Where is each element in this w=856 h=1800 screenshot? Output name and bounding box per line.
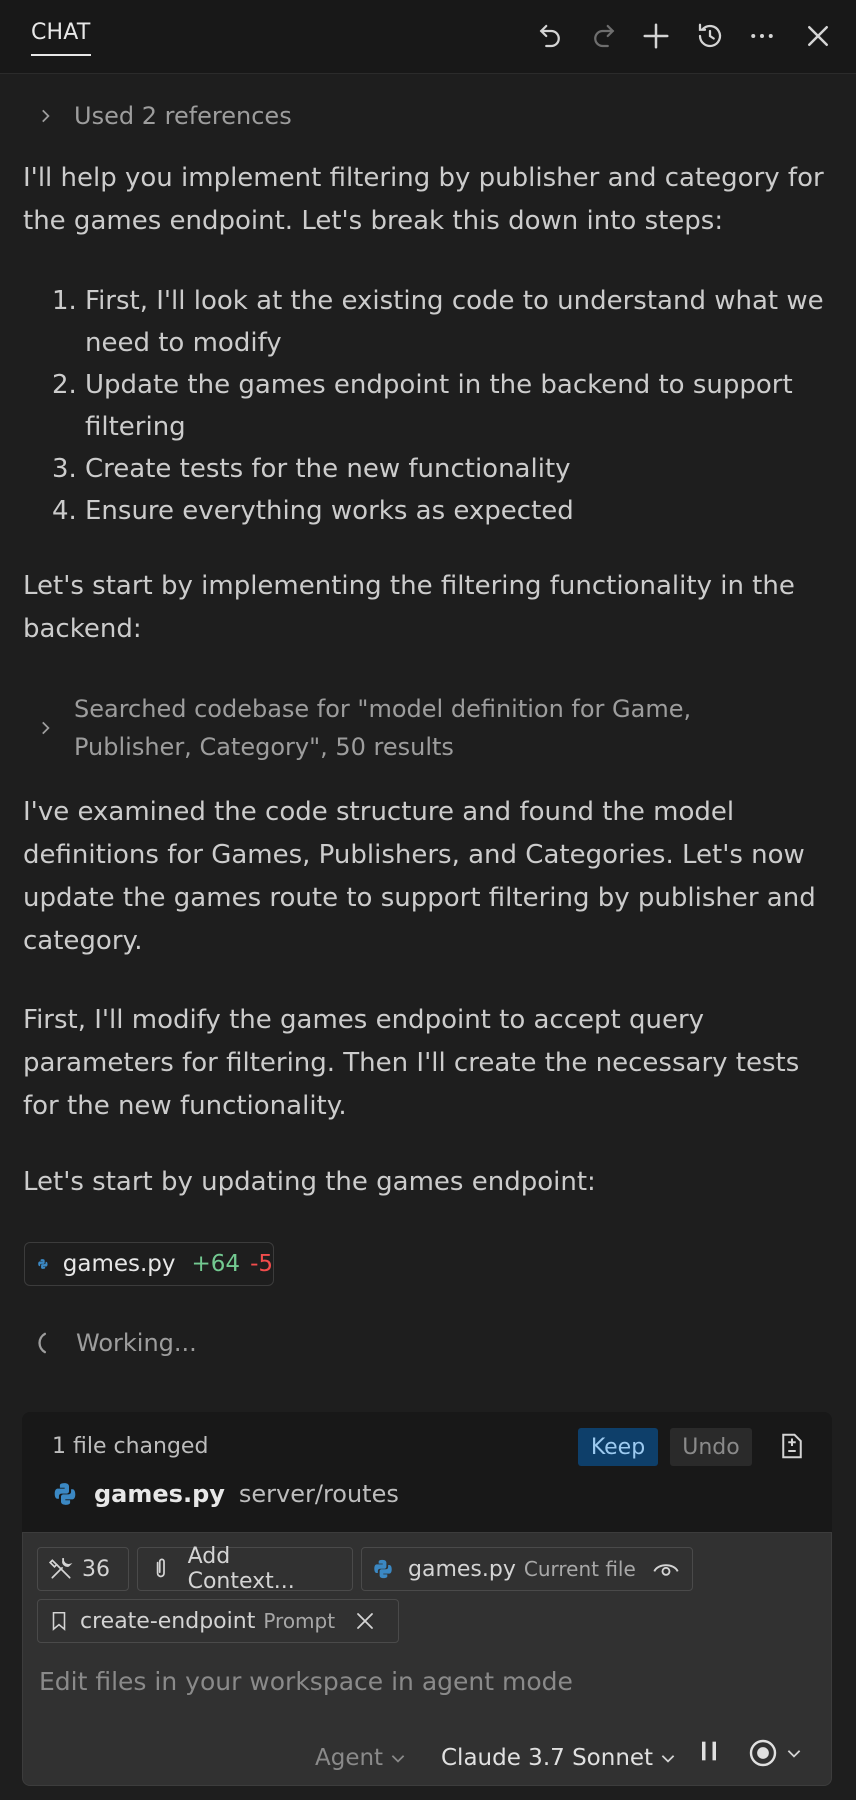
references-toggle[interactable]: Used 2 references <box>36 102 292 130</box>
current-file-context[interactable]: games.py Current file <box>361 1547 693 1591</box>
chevron-down-icon <box>787 1750 801 1758</box>
view-diff-icon[interactable] <box>772 1426 812 1466</box>
undo-button[interactable]: Undo <box>670 1428 752 1466</box>
more-icon[interactable] <box>740 14 784 58</box>
spinner-icon <box>38 1332 47 1354</box>
current-file-tag: Current file <box>523 1557 636 1581</box>
search-results-toggle[interactable]: Searched codebase for "model definition … <box>36 690 806 766</box>
chevron-down-icon <box>661 1755 675 1763</box>
mode-picker[interactable]: Agent <box>315 1745 407 1771</box>
file-chip-games[interactable]: games.py +64 -5 <box>24 1242 274 1286</box>
prompt-context[interactable]: create-endpoint Prompt <box>37 1599 399 1643</box>
tab-chat[interactable]: CHAT <box>31 20 91 56</box>
undo-icon[interactable] <box>528 14 572 58</box>
tools-count: 36 <box>82 1556 110 1582</box>
model-label: Claude 3.7 Sonnet <box>441 1745 654 1771</box>
redo-icon[interactable] <box>582 14 626 58</box>
chevron-right-icon <box>42 109 50 123</box>
chat-input-box: 36 Add Context... games.py Current file … <box>22 1532 832 1786</box>
changed-files-panel: 1 file changed Keep Undo games.py server… <box>22 1412 832 1532</box>
chat-input[interactable]: Edit files in your workspace in agent mo… <box>39 1667 573 1696</box>
plan-paragraph: First, I'll modify the games endpoint to… <box>23 1005 800 1121</box>
changed-file-row[interactable]: games.py server/routes <box>52 1480 399 1508</box>
examined-paragraph: I've examined the code structure and fou… <box>23 797 816 956</box>
add-context-button[interactable]: Add Context... <box>137 1544 353 1594</box>
python-file-icon <box>374 1559 392 1579</box>
list-item: 2. Update the games endpoint in the backe… <box>52 370 793 442</box>
changed-file-name: games.py <box>94 1480 225 1508</box>
close-icon[interactable] <box>796 14 840 58</box>
chevron-down-icon <box>391 1755 405 1763</box>
eye-icon[interactable] <box>652 1555 680 1583</box>
changed-files-count: 1 file changed <box>52 1434 209 1459</box>
mode-label: Agent <box>315 1745 384 1771</box>
add-context-label: Add Context... <box>187 1544 295 1594</box>
stop-icon <box>749 1739 777 1767</box>
search-results-label: Searched codebase for "model definition … <box>74 695 692 761</box>
python-file-icon <box>38 1259 48 1269</box>
list-item: 1. First, I'll look at the existing code … <box>52 286 824 358</box>
list-item: 3. Create tests for the new functionality <box>52 454 571 484</box>
file-chip-name: games.py <box>62 1251 176 1277</box>
update-paragraph: Let's start by updating the games endpoi… <box>23 1167 596 1197</box>
working-label: Working... <box>76 1329 197 1357</box>
keep-button[interactable]: Keep <box>578 1428 658 1466</box>
current-file-name: games.py <box>408 1556 516 1582</box>
remove-prompt-icon[interactable] <box>353 1609 377 1633</box>
pause-button[interactable] <box>695 1737 723 1765</box>
model-picker[interactable]: Claude 3.7 Sonnet <box>441 1745 677 1771</box>
intro-paragraph: I'll help you implement filtering by pub… <box>23 163 824 236</box>
stop-button[interactable] <box>747 1737 803 1769</box>
prompt-name: create-endpoint <box>80 1608 256 1634</box>
bookmark-icon <box>52 1611 66 1631</box>
prompt-tag: Prompt <box>263 1609 336 1633</box>
plus-icon[interactable] <box>634 14 678 58</box>
history-icon[interactable] <box>688 14 732 58</box>
paperclip-icon <box>156 1558 165 1578</box>
working-status: Working... <box>30 1329 197 1357</box>
tools-button[interactable]: 36 <box>37 1547 129 1591</box>
chevron-right-icon <box>42 721 50 735</box>
list-item: 4. Ensure everything works as expected <box>52 496 574 526</box>
lines-added: +64 <box>191 1251 241 1277</box>
tools-icon <box>48 1557 73 1579</box>
chat-header: CHAT <box>0 0 856 74</box>
lines-removed: -5 <box>250 1251 273 1277</box>
references-label: Used 2 references <box>74 102 292 130</box>
python-file-icon <box>54 1483 76 1505</box>
pause-icon <box>702 1741 716 1761</box>
changed-file-path: server/routes <box>238 1480 399 1508</box>
steps-list: 1. First, I'll look at the existing code … <box>52 280 832 532</box>
start-paragraph: Let's start by implementing the filterin… <box>23 571 795 644</box>
